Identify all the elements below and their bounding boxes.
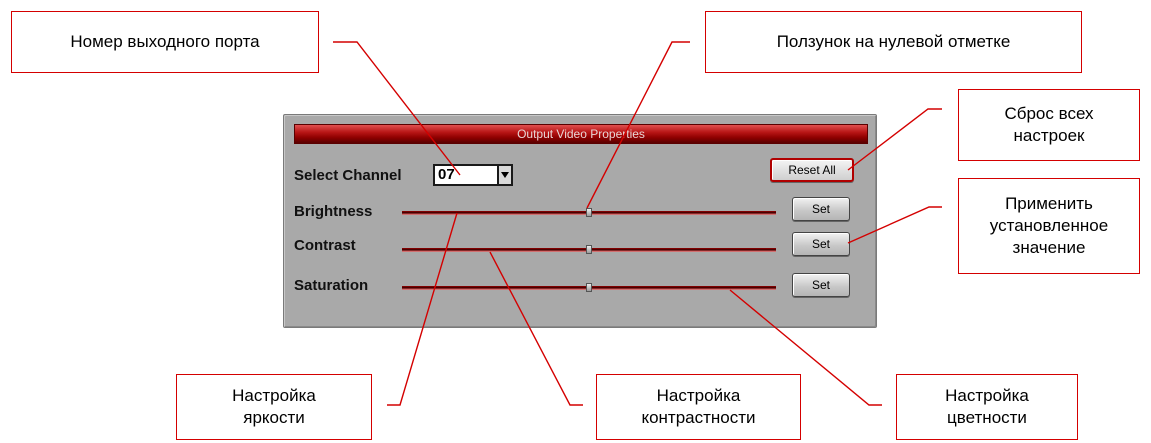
callout-port-number-text: Номер выходного порта — [70, 32, 260, 51]
output-video-properties-panel: Output Video Properties Select Channel 0… — [283, 114, 877, 328]
channel-select-value: 07 — [438, 166, 455, 183]
callout-saturation: Настройка цветности — [896, 374, 1078, 440]
callout-brightness-line2: яркости — [243, 408, 305, 427]
callout-slider-zero: Ползунок на нулевой отметке — [705, 11, 1082, 73]
panel-titlebar: Output Video Properties — [294, 124, 868, 144]
callout-reset-all-line1: Сброс всех — [1004, 104, 1094, 123]
chevron-down-icon — [501, 172, 509, 178]
callout-brightness: Настройка яркости — [176, 374, 372, 440]
callout-saturation-line2: цветности — [947, 408, 1027, 427]
saturation-label: Saturation — [294, 277, 369, 294]
contrast-set-button[interactable]: Set — [792, 232, 850, 256]
callout-reset-all-line2: настроек — [1013, 126, 1085, 145]
saturation-set-button[interactable]: Set — [792, 273, 850, 297]
brightness-label: Brightness — [294, 203, 373, 220]
callout-port-number: Номер выходного порта — [11, 11, 319, 73]
callout-apply-value-line1: Применить — [1005, 194, 1093, 213]
contrast-label: Contrast — [294, 237, 356, 254]
callout-contrast: Настройка контрастности — [596, 374, 801, 440]
brightness-set-button[interactable]: Set — [792, 197, 850, 221]
brightness-slider-thumb[interactable] — [586, 208, 592, 217]
contrast-slider-thumb[interactable] — [586, 245, 592, 254]
callout-saturation-line1: Настройка — [945, 386, 1029, 405]
select-channel-label: Select Channel — [294, 167, 402, 184]
callout-brightness-line1: Настройка — [232, 386, 316, 405]
panel-title: Output Video Properties — [517, 127, 645, 141]
callout-contrast-line1: Настройка — [656, 386, 741, 405]
channel-select[interactable]: 07 — [433, 164, 497, 186]
callout-reset-all: Сброс всех настроек — [958, 89, 1140, 161]
callout-apply-value-line3: значение — [1012, 238, 1086, 257]
callout-contrast-line2: контрастности — [641, 408, 756, 427]
callout-slider-zero-text: Ползунок на нулевой отметке — [776, 32, 1011, 51]
saturation-slider-thumb[interactable] — [586, 283, 592, 292]
reset-all-button[interactable]: Reset All — [770, 158, 854, 182]
channel-dropdown-button[interactable] — [497, 164, 513, 186]
callout-apply-value-line2: установленное — [989, 216, 1109, 235]
callout-apply-value: Применить установленное значение — [958, 178, 1140, 274]
